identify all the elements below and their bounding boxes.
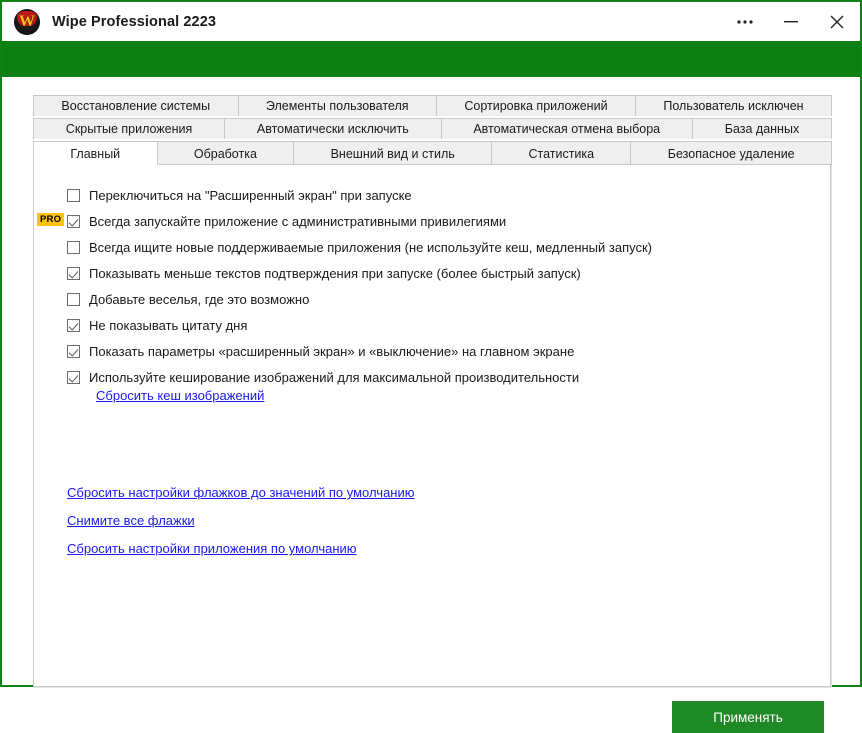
tab-database[interactable]: База данных [691, 118, 833, 139]
tab-processing[interactable]: Обработка [156, 141, 295, 165]
option-label: Добавьте веселья, где это возможно [89, 292, 310, 307]
option-row-search-new-apps[interactable]: Всегда ищите новые поддерживаемые прилож… [67, 235, 807, 260]
minimize-icon[interactable] [768, 2, 814, 41]
checkbox-hide-quote[interactable] [67, 319, 80, 332]
tab-app-sorting[interactable]: Сортировка приложений [435, 95, 636, 116]
reset-app-defaults-link[interactable]: Сбросить настройки приложения по умолчан… [67, 541, 357, 556]
reset-image-cache-link[interactable]: Сбросить кеш изображений [96, 388, 264, 403]
window-title: Wipe Professional 2223 [52, 13, 217, 30]
tab-user-excluded[interactable]: Пользователь исключен [634, 95, 832, 116]
close-icon[interactable] [814, 2, 860, 41]
accent-band [2, 41, 860, 77]
pro-badge: PRO [37, 213, 65, 226]
apply-button[interactable]: Применять [672, 701, 824, 733]
tab-statistics[interactable]: Статистика [491, 141, 632, 165]
checkbox-show-screen-options[interactable] [67, 345, 80, 358]
bottom-links: Сбросить настройки флажков до значений п… [67, 484, 414, 558]
tab-secure-delete[interactable]: Безопасное удаление [630, 141, 832, 165]
tab-content-panel: Переключиться на "Расширенный экран" при… [33, 164, 831, 687]
tab-appearance-style[interactable]: Внешний вид и стиль [293, 141, 493, 165]
option-label: Используйте кеширование изображений для … [89, 370, 580, 385]
tab-hidden-apps[interactable]: Скрытые приложения [33, 118, 226, 139]
title-bar: W Wipe Professional 2223 [2, 2, 860, 41]
tab-row-3: Главный Обработка Внешний вид и стиль Ст… [33, 141, 832, 165]
tab-system-restore[interactable]: Восстановление системы [33, 95, 239, 116]
tab-auto-deselect[interactable]: Автоматическая отмена выбора [440, 118, 693, 139]
uncheck-all-link[interactable]: Снимите все флажки [67, 513, 195, 528]
option-row-show-screen-options[interactable]: Показать параметры «расширенный экран» и… [67, 339, 807, 364]
tab-stack: Восстановление системы Элементы пользова… [33, 95, 833, 165]
apply-button-label: Применять [713, 709, 783, 725]
option-label: Всегда ищите новые поддерживаемые прилож… [89, 240, 652, 255]
option-row-admin-privileges[interactable]: PRO Всегда запускайте приложение с админ… [37, 209, 807, 234]
option-label: Переключиться на "Расширенный экран" при… [89, 188, 412, 203]
option-label: Всегда запускайте приложение с администр… [89, 214, 507, 229]
option-label: Показать параметры «расширенный экран» и… [89, 344, 575, 359]
wipe-logo-icon: W [14, 8, 40, 35]
checkbox-search-new-apps[interactable] [67, 241, 80, 254]
app-window: W Wipe Professional 2223 Восстановление … [0, 0, 862, 733]
tab-row-2: Скрытые приложения Автоматически исключи… [33, 118, 833, 139]
option-label: Показывать меньше текстов подтверждения … [89, 266, 581, 281]
tab-row-1: Восстановление системы Элементы пользова… [33, 95, 832, 116]
reset-checkbox-defaults-link[interactable]: Сбросить настройки флажков до значений п… [67, 485, 414, 500]
option-row-fewer-confirmations[interactable]: Показывать меньше текстов подтверждения … [67, 261, 807, 286]
option-row-add-fun[interactable]: Добавьте веселья, где это возможно [67, 287, 807, 312]
tab-user-elements[interactable]: Элементы пользователя [237, 95, 437, 116]
checkbox-admin-privileges[interactable] [67, 215, 80, 228]
reset-app-settings-link-row: Сбросить настройки приложения по умолчан… [67, 540, 414, 558]
reset-checkboxes-link-row: Сбросить настройки флажков до значений п… [67, 484, 414, 502]
options-list: Переключиться на "Расширенный экран" при… [37, 183, 807, 390]
option-row-extended-screen[interactable]: Переключиться на "Расширенный экран" при… [67, 183, 807, 208]
body-area: Восстановление системы Элементы пользова… [2, 77, 860, 733]
checkbox-image-caching[interactable] [67, 371, 80, 384]
reset-image-cache-link-row: Сбросить кеш изображений [96, 387, 264, 405]
tab-auto-exclude[interactable]: Автоматически исключить [224, 118, 442, 139]
checkbox-add-fun[interactable] [67, 293, 80, 306]
ellipsis-icon[interactable] [722, 2, 768, 41]
window-controls [722, 2, 860, 41]
checkbox-fewer-confirmations[interactable] [67, 267, 80, 280]
uncheck-all-link-row: Снимите все флажки [67, 512, 414, 530]
checkbox-extended-screen[interactable] [67, 189, 80, 202]
tab-main[interactable]: Главный [33, 141, 158, 165]
option-row-hide-quote[interactable]: Не показывать цитату дня [67, 313, 807, 338]
option-label: Не показывать цитату дня [89, 318, 248, 333]
